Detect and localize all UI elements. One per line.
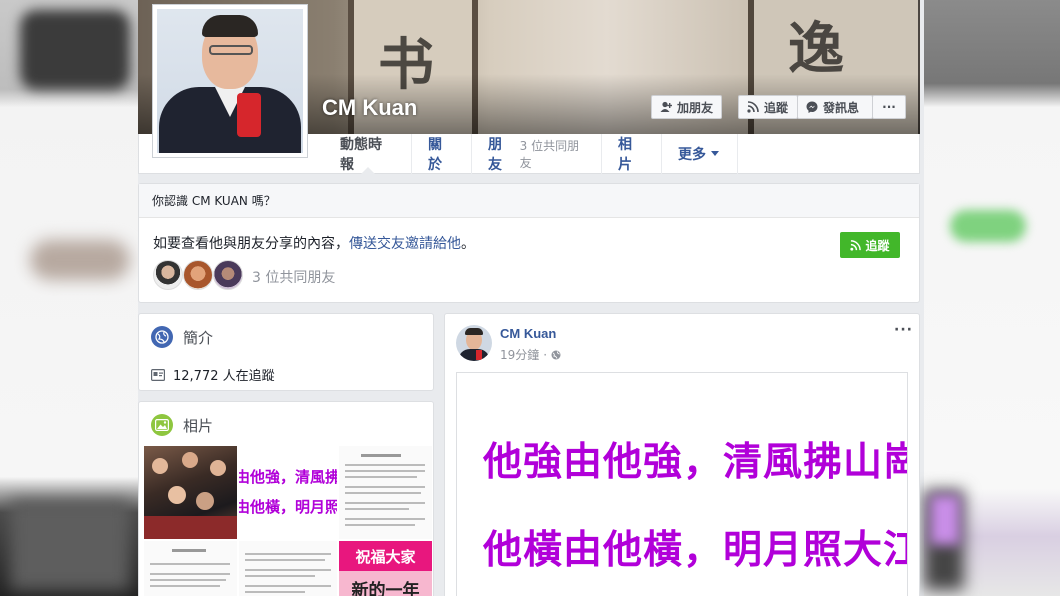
photo-grid: 由他強，清風拂山 由他橫，明月照大 [144, 446, 432, 596]
send-friend-request-link[interactable]: 傳送交友邀請給他 [349, 236, 461, 252]
post-author-avatar[interactable] [456, 325, 492, 361]
profile-picture[interactable] [152, 4, 308, 158]
photos-title: 相片 [183, 416, 214, 435]
rss-icon [850, 239, 862, 251]
messenger-icon [806, 101, 818, 113]
post-timestamp[interactable]: 19分鐘 · [500, 346, 561, 363]
post-options-button[interactable]: ··· [894, 322, 913, 338]
tab-photos[interactable]: 相片 [602, 134, 662, 174]
do-you-know-title: 你認識 CM KUAN 嗎？ [139, 184, 919, 218]
photos-card: 相片 由他強，清風拂山 由他橫，明月照大 [138, 401, 434, 596]
photo-thumbnail[interactable]: 由他強，清風拂山 由他橫，明月照大 [239, 446, 337, 539]
active-tab-caret [360, 167, 376, 175]
message-button[interactable]: 發訊息 [797, 95, 873, 119]
blurred-background-right [924, 0, 1060, 596]
add-friend-button[interactable]: 加朋友 [651, 95, 723, 119]
photo-thumbnail[interactable]: 祝福大家 新的一年 [339, 541, 432, 596]
photo-icon [151, 414, 173, 436]
post-image-text-line: 他橫由他橫，明月照大江。 [483, 528, 907, 573]
public-globe-icon [551, 350, 561, 359]
photo-thumbnail[interactable] [144, 541, 237, 596]
more-options-button[interactable]: ··· [872, 95, 906, 119]
blurred-background-left [0, 0, 138, 596]
caret-down-icon [711, 151, 719, 156]
intro-title: 簡介 [183, 328, 214, 347]
tab-timeline[interactable]: 動態時報 [324, 134, 412, 175]
friend-request-prompt: 如要查看他與朋友分享的內容，傳送交友邀請給他。 [153, 236, 475, 252]
followers-icon [151, 368, 165, 381]
tab-about[interactable]: 關於 [412, 134, 472, 174]
tab-friends[interactable]: 朋友 3 位共同朋友 [472, 134, 602, 174]
photo-thumbnail[interactable] [339, 446, 432, 539]
mutual-friend-avatar[interactable] [153, 260, 183, 290]
followers-count[interactable]: 12,772 人在追蹤 [173, 365, 275, 384]
follow-button[interactable]: 追蹤 [738, 95, 798, 119]
add-friend-icon [660, 101, 672, 112]
photo-thumbnail[interactable] [144, 446, 237, 539]
follow-green-button[interactable]: 追蹤 [840, 232, 900, 258]
rss-icon [747, 101, 759, 113]
do-you-know-box: 你認識 CM KUAN 嗎？ 如要查看他與朋友分享的內容，傳送交友邀請給他。 追… [138, 183, 920, 303]
post-image[interactable]: 他強由他強，清風拂山崗； 他橫由他橫，明月照大江。 [456, 372, 908, 596]
post-author-name[interactable]: CM Kuan [500, 326, 556, 341]
mutual-friends-count[interactable]: 3 位共同朋友 [252, 267, 335, 287]
globe-icon [151, 326, 173, 348]
tab-more[interactable]: 更多 [662, 134, 738, 174]
intro-card: 簡介 12,772 人在追蹤 [138, 313, 434, 391]
profile-name[interactable]: CM Kuan [322, 95, 417, 121]
photo-thumbnail[interactable] [239, 541, 337, 596]
mutual-friend-avatar[interactable] [213, 260, 243, 290]
post-image-text-line: 他強由他強，清風拂山崗； [483, 440, 907, 485]
mutual-friend-avatar[interactable] [183, 260, 213, 290]
